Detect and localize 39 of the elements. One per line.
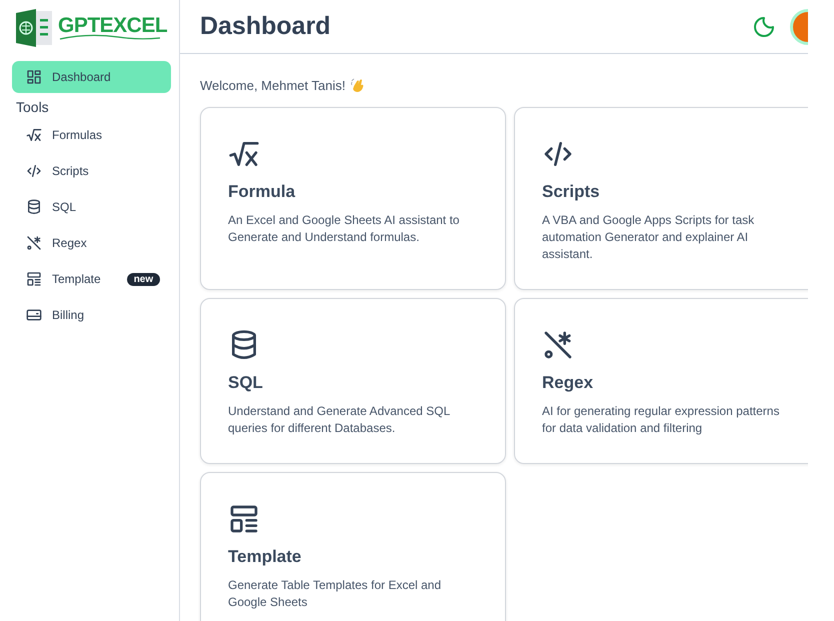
nav-item[interactable]: Billing (12, 297, 171, 333)
card-description: Generate Table Templates for Excel and Google Sheets (228, 577, 442, 611)
card-icon (26, 307, 42, 323)
card-title: Regex (542, 373, 594, 393)
grid-icon (26, 69, 42, 85)
moon-icon[interactable] (752, 14, 776, 38)
database-icon (26, 199, 42, 215)
welcome-text: Welcome, Mehmet Tanis! (200, 78, 346, 93)
new-badge: new (126, 272, 160, 286)
nav-item[interactable]: Dashboard (12, 61, 171, 93)
square-root-icon (26, 127, 42, 143)
template-icon (26, 271, 42, 287)
tool-card[interactable]: Formula An Excel and Google Sheets AI assistant to Generate and Understand formulas. (200, 107, 506, 290)
regex-icon (26, 235, 42, 251)
nav-item[interactable]: Template new (12, 261, 171, 297)
nav-item[interactable]: Regex (12, 225, 171, 261)
card-description: AI for generating regular expression patterns for data validation and filtering (542, 403, 780, 437)
template-icon (228, 503, 260, 535)
code-icon (26, 163, 42, 179)
tool-card[interactable]: Regex AI for generating regular expression patterns for data validation and filtering (514, 298, 808, 464)
tool-card[interactable]: Scripts A VBA and Google Apps Scripts for task automation Generator and explainer AI assistant. (514, 107, 808, 290)
page-title: Dashboard (200, 12, 331, 41)
nav-item[interactable]: Scripts (12, 153, 171, 189)
waving-hand-icon (351, 78, 366, 93)
card-description: A VBA and Google Apps Scripts for task automation Generator and explainer AI assistant. (542, 212, 756, 263)
nav-item[interactable]: SQL (12, 189, 171, 225)
tool-card[interactable]: SQL Understand and Generate Advanced SQL queries for different Databases. (200, 298, 506, 464)
card-title: Formula (228, 182, 296, 202)
nav-item[interactable]: Formulas (12, 117, 171, 153)
card-description: An Excel and Google Sheets AI assistant to Generate and Understand formulas. (228, 212, 460, 246)
card-title: Template (228, 547, 302, 567)
card-title: SQL (228, 373, 264, 393)
section-title: Tools (15, 98, 50, 117)
regex-icon (542, 329, 574, 361)
logo-text: GPTEXCEL (58, 14, 168, 36)
swoosh-icon (58, 32, 162, 40)
card-description: Understand and Generate Advanced SQL queries for different Databases. (228, 403, 451, 437)
tool-card[interactable]: Template Generate Table Templates for Excel and Google Sheets (200, 472, 506, 621)
card-title: Scripts (542, 182, 601, 202)
